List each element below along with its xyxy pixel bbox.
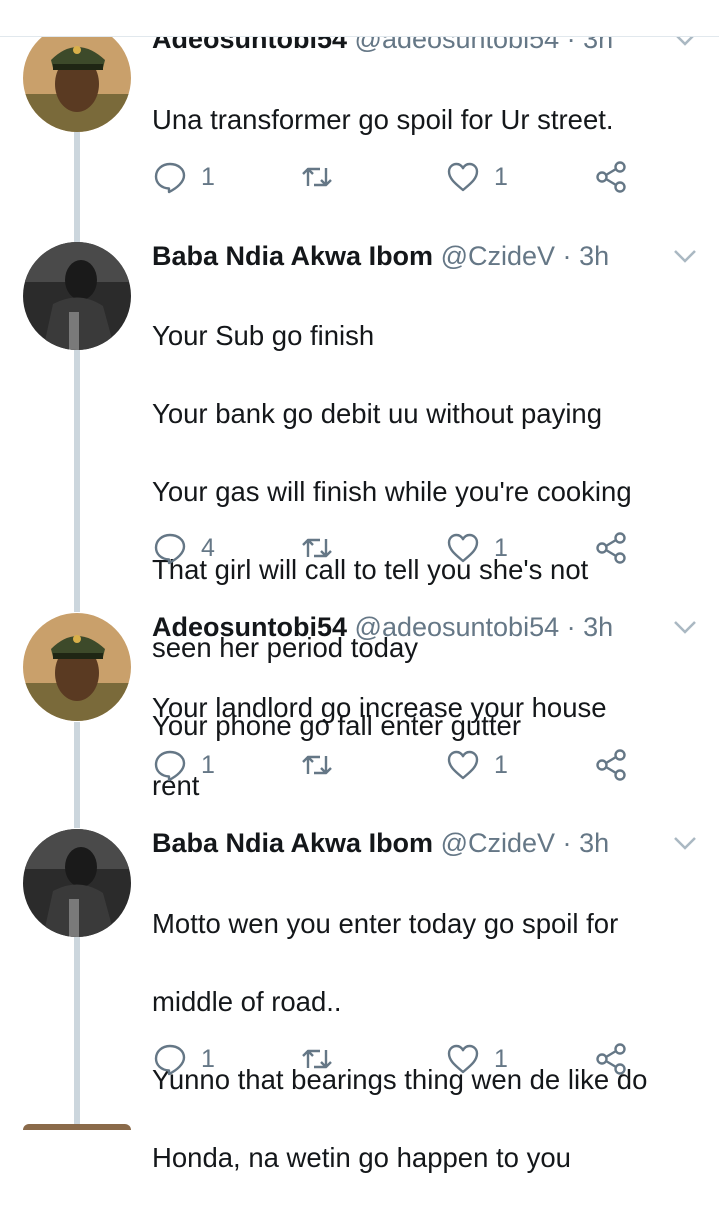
- tweet-actions: 1 1: [0, 745, 719, 785]
- next-avatar[interactable]: [23, 1124, 131, 1130]
- share-button[interactable]: [594, 157, 628, 197]
- bw-portrait-avatar[interactable]: [23, 829, 131, 937]
- retweet-icon: [302, 167, 332, 187]
- reply-icon: [154, 750, 186, 782]
- user-handle[interactable]: @CzideV: [441, 828, 555, 858]
- retweet-button[interactable]: [300, 1039, 348, 1079]
- tweet-actions: 1 1: [0, 157, 719, 197]
- top-bar: [0, 0, 719, 37]
- reply-button[interactable]: 1: [153, 1039, 215, 1079]
- separator-dot: ·: [562, 241, 572, 271]
- separator-dot: ·: [566, 612, 576, 642]
- chevron-down-icon[interactable]: [672, 833, 698, 853]
- reply-count: 1: [201, 162, 215, 191]
- display-name[interactable]: Baba Ndia Akwa Ibom: [152, 828, 433, 858]
- reply-icon: [154, 533, 186, 565]
- separator-dot: ·: [562, 828, 572, 858]
- soldier-avatar[interactable]: [23, 24, 131, 132]
- tweet-text-line: Your landlord go increase your house: [152, 692, 607, 723]
- soldier-avatar[interactable]: [23, 613, 131, 721]
- heart-icon: [447, 1044, 479, 1074]
- share-button[interactable]: [594, 528, 628, 568]
- user-handle[interactable]: @adeosuntobi54: [355, 612, 560, 642]
- chevron-down-icon[interactable]: [672, 617, 698, 637]
- like-button[interactable]: 1: [446, 157, 508, 197]
- reply-count: 1: [201, 750, 215, 779]
- tweet-header: Baba Ndia Akwa Ibom @CzideV · 3h: [152, 240, 609, 272]
- retweet-icon: [302, 538, 332, 558]
- bw-portrait-avatar[interactable]: [23, 242, 131, 350]
- share-icon: [596, 532, 626, 564]
- share-icon: [596, 1043, 626, 1075]
- tweet-text-line: Your gas will finish while you're cookin…: [152, 476, 632, 507]
- tweet-text-line: Motto wen you enter today go spoil for: [152, 908, 619, 939]
- like-count: 1: [494, 750, 508, 779]
- retweet-icon: [302, 755, 332, 775]
- tweet-actions: 1 1: [0, 1039, 719, 1079]
- like-button[interactable]: 1: [446, 1039, 508, 1079]
- tweet-text-line: Your bank go debit uu without paying: [152, 398, 603, 429]
- share-icon: [596, 161, 626, 193]
- chevron-down-icon[interactable]: [672, 246, 698, 266]
- tweet-text-line: Una transformer go spoil for Ur street.: [152, 104, 614, 135]
- reply-button[interactable]: 1: [153, 157, 215, 197]
- user-handle[interactable]: @CzideV: [441, 241, 555, 271]
- reply-button[interactable]: 4: [153, 528, 215, 568]
- reply-icon: [154, 1044, 186, 1076]
- tweet-actions: 4 1: [0, 528, 719, 568]
- retweet-icon: [302, 1049, 332, 1069]
- like-count: 1: [494, 1044, 508, 1073]
- heart-icon: [447, 162, 479, 192]
- timestamp[interactable]: 3h: [579, 241, 609, 271]
- display-name[interactable]: Adeosuntobi54: [152, 612, 347, 642]
- timestamp[interactable]: 3h: [579, 828, 609, 858]
- like-count: 1: [494, 162, 508, 191]
- reply-icon: [154, 162, 186, 194]
- like-button[interactable]: 1: [446, 745, 508, 785]
- share-icon: [596, 749, 626, 781]
- tweet-text-line: Honda, na wetin go happen to you: [152, 1142, 571, 1173]
- thread-line: [74, 350, 80, 612]
- retweet-button[interactable]: [300, 157, 348, 197]
- display-name[interactable]: Baba Ndia Akwa Ibom: [152, 241, 433, 271]
- tweet-text-line: Your Sub go finish: [152, 320, 375, 351]
- timestamp[interactable]: 3h: [583, 612, 613, 642]
- reply-button[interactable]: 1: [153, 745, 215, 785]
- like-count: 1: [494, 533, 508, 562]
- share-button[interactable]: [594, 1039, 628, 1079]
- heart-icon: [447, 750, 479, 780]
- like-button[interactable]: 1: [446, 528, 508, 568]
- reply-count: 4: [201, 533, 215, 562]
- tweet-header: Baba Ndia Akwa Ibom @CzideV · 3h: [152, 827, 609, 859]
- tweet-header: Adeosuntobi54 @adeosuntobi54 · 3h: [152, 611, 613, 643]
- share-button[interactable]: [594, 745, 628, 785]
- thread-line: [74, 937, 80, 1130]
- tweet-text-line: middle of road..: [152, 986, 342, 1017]
- heart-icon: [447, 533, 479, 563]
- reply-count: 1: [201, 1044, 215, 1073]
- retweet-button[interactable]: [300, 528, 348, 568]
- retweet-button[interactable]: [300, 745, 348, 785]
